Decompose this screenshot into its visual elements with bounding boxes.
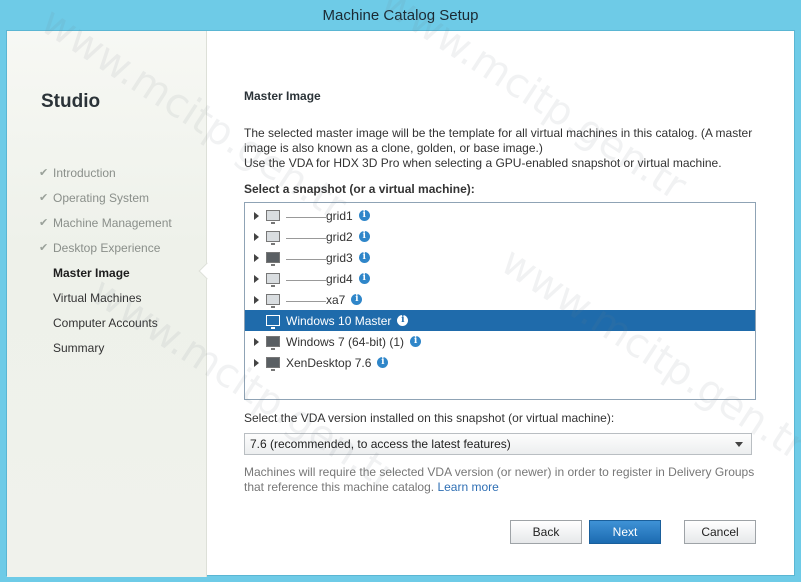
step-operating-system[interactable]: ✔ Operating System (39, 190, 172, 215)
tree-item-label: Windows 10 Master (286, 313, 392, 328)
info-icon[interactable]: i (397, 315, 409, 326)
tree-item-label: XenDesktop 7.6 (286, 355, 372, 370)
expand-arrow-icon[interactable] (254, 274, 259, 283)
expand-arrow-icon[interactable] (254, 211, 259, 220)
studio-brand: Studio (41, 91, 101, 112)
vm-light-icon (266, 315, 280, 329)
tree-item-label: Windows 7 (64-bit) (1) (286, 334, 405, 349)
expand-arrow-icon[interactable] (254, 358, 259, 367)
tree-item-xa7[interactable]: xa7 i (245, 289, 755, 310)
redacted-prefix (286, 273, 326, 281)
step-computer-accounts[interactable]: Computer Accounts (39, 315, 172, 340)
chevron-down-icon[interactable] (735, 442, 743, 447)
info-icon[interactable]: i (377, 357, 389, 368)
vda-version-value: 7.6 (recommended, to access the latest f… (250, 437, 511, 451)
step-introduction[interactable]: ✔ Introduction (39, 165, 172, 190)
vm-light-icon (266, 231, 280, 245)
info-icon[interactable]: i (358, 252, 370, 263)
vm-dark-icon (266, 357, 280, 371)
vda-note: Machines will require the selected VDA v… (244, 465, 759, 495)
back-button[interactable]: Back (510, 520, 582, 544)
info-icon[interactable]: i (410, 336, 422, 347)
next-button[interactable]: Next (589, 520, 661, 544)
snapshot-tree[interactable]: grid1 i grid2 i grid3 i grid4 i xa7 i Wi… (244, 202, 756, 400)
vm-light-icon (266, 294, 280, 308)
redacted-prefix (286, 231, 326, 239)
snapshot-select-label: Select a snapshot (or a virtual machine)… (244, 182, 475, 196)
expand-arrow-icon[interactable] (254, 253, 259, 262)
redacted-prefix (286, 210, 326, 218)
tree-item-label: grid3 (326, 250, 353, 265)
redacted-prefix (286, 252, 326, 260)
sidebar: Studio ✔ Introduction ✔ Operating System ✔… (7, 31, 207, 577)
tree-item-grid1[interactable]: grid1 i (245, 205, 755, 226)
title-bar: Machine Catalog Setup (0, 0, 801, 30)
expand-arrow-icon[interactable] (254, 232, 259, 241)
tree-item-label: xa7 (326, 292, 346, 307)
description: The selected master image will be the te… (244, 126, 759, 171)
vda-version-label: Select the VDA version installed on this… (244, 411, 615, 425)
vda-note-text: Machines will require the selected VDA v… (244, 465, 755, 494)
tree-item-windows-7[interactable]: Windows 7 (64-bit) (1) i (245, 331, 755, 352)
main-content: Master Image The selected master image w… (244, 31, 764, 577)
vm-light-icon (266, 273, 280, 287)
vda-version-select[interactable]: 7.6 (recommended, to access the latest f… (244, 433, 752, 455)
wizard-steps: ✔ Introduction ✔ Operating System ✔ Machine… (39, 165, 172, 365)
tree-item-label: grid2 (326, 229, 353, 244)
step-summary[interactable]: Summary (39, 340, 172, 365)
tree-item-grid4[interactable]: grid4 i (245, 268, 755, 289)
vm-dark-icon (266, 252, 280, 266)
tree-item-label: grid4 (326, 271, 353, 286)
tree-item-windows-10-master[interactable]: Windows 10 Master i (245, 310, 755, 331)
checkmark-icon: ✔ (39, 167, 49, 179)
step-master-image[interactable]: Master Image (39, 265, 172, 290)
description-line-2: Use the VDA for HDX 3D Pro when selectin… (244, 156, 722, 170)
description-line-1: The selected master image will be the te… (244, 126, 753, 155)
tree-item-grid3[interactable]: grid3 i (245, 247, 755, 268)
tree-item-label: grid1 (326, 208, 353, 223)
vm-dark-icon (266, 336, 280, 350)
window-title: Machine Catalog Setup (322, 6, 479, 24)
step-machine-management[interactable]: ✔ Machine Management (39, 215, 172, 240)
wizard-frame: Studio ✔ Introduction ✔ Operating System ✔… (6, 0, 801, 577)
info-icon[interactable]: i (358, 210, 370, 221)
expand-arrow-icon[interactable] (254, 295, 259, 304)
learn-more-link[interactable]: Learn more (437, 480, 498, 494)
tree-item-grid2[interactable]: grid2 i (245, 226, 755, 247)
expand-arrow-icon[interactable] (254, 337, 259, 346)
tree-item-xendesktop[interactable]: XenDesktop 7.6 i (245, 352, 755, 373)
info-icon[interactable]: i (351, 294, 363, 305)
info-icon[interactable]: i (358, 273, 370, 284)
redacted-prefix (286, 294, 326, 302)
checkmark-icon: ✔ (39, 242, 49, 254)
page-title: Master Image (244, 89, 321, 103)
checkmark-icon: ✔ (39, 217, 49, 229)
info-icon[interactable]: i (358, 231, 370, 242)
checkmark-icon: ✔ (39, 192, 49, 204)
step-desktop-experience[interactable]: ✔ Desktop Experience (39, 240, 172, 265)
vm-light-icon (266, 210, 280, 224)
step-virtual-machines[interactable]: Virtual Machines (39, 290, 172, 315)
cancel-button[interactable]: Cancel (684, 520, 756, 544)
